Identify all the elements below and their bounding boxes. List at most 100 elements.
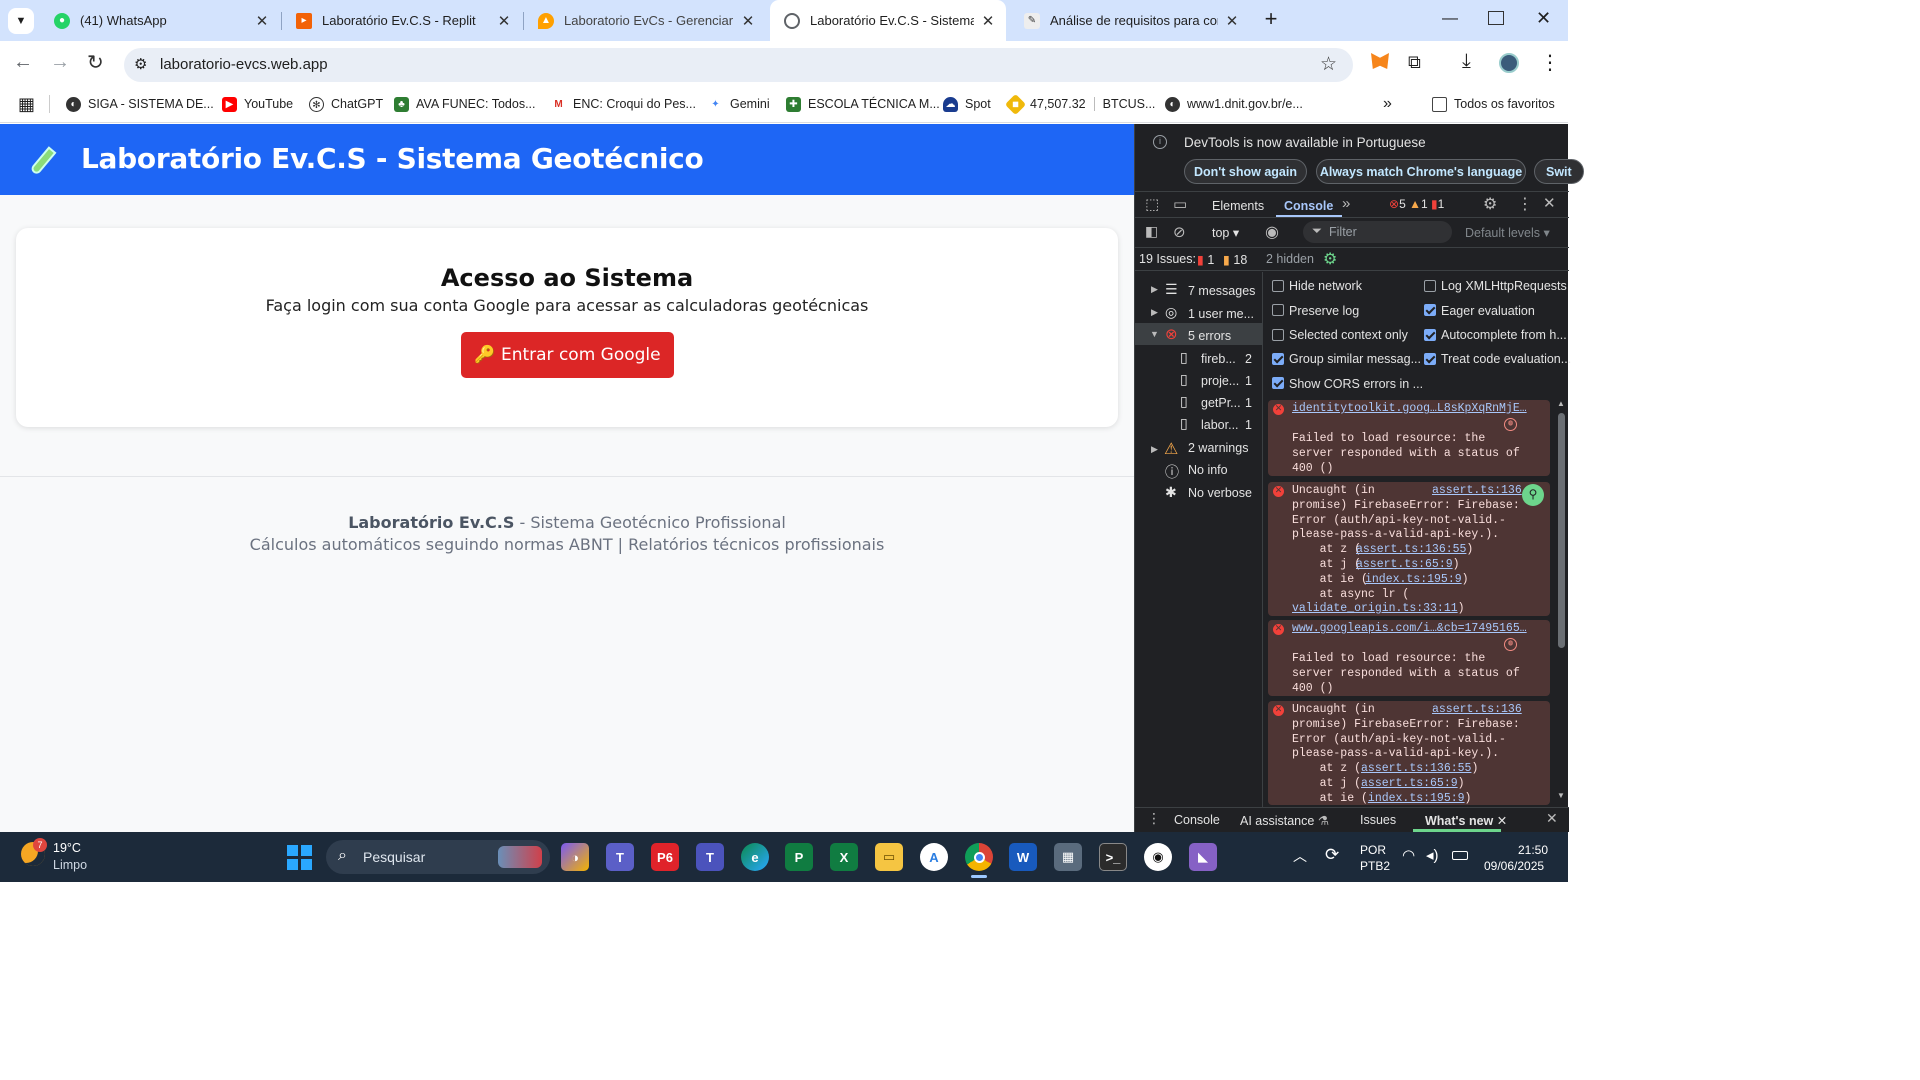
console-settings-icon[interactable]: ⚙ bbox=[1323, 249, 1337, 269]
frame-link[interactable]: index.ts:195:9 bbox=[1365, 573, 1462, 586]
all-bookmarks[interactable]: Todos os favoritos bbox=[1432, 94, 1555, 114]
frame-link[interactable]: assert.ts:65:9 bbox=[1361, 777, 1458, 790]
sidebar-toggle-icon[interactable]: ◧ bbox=[1145, 223, 1158, 240]
frame-link[interactable]: validate_origin.ts:33:11 bbox=[1292, 602, 1458, 615]
bookmark-ava[interactable]: ♣ AVA FUNEC: Todos... bbox=[394, 94, 536, 114]
url-text[interactable]: laboratorio-evcs.web.app bbox=[160, 56, 328, 73]
kebab-menu-icon[interactable]: ⋮ bbox=[1517, 194, 1533, 214]
apps-icon[interactable]: ▦ bbox=[18, 94, 35, 115]
console-error-message[interactable]: ✕ Uncaught (in promise) FirebaseError: F… bbox=[1268, 482, 1550, 616]
tab-elements[interactable]: Elements bbox=[1212, 199, 1264, 213]
ai-explain-icon[interactable]: ◍ bbox=[1504, 638, 1517, 651]
bookmark-spot[interactable]: ☁ Spot bbox=[943, 94, 991, 114]
sync-icon[interactable]: ⟳ bbox=[1325, 845, 1339, 865]
stack-frame[interactable]: at z (assert.ts:136:55) bbox=[1292, 762, 1479, 777]
source-link[interactable]: assert.ts:136 bbox=[1432, 484, 1522, 497]
close-window-button[interactable]: ✕ bbox=[1536, 8, 1551, 29]
device-toggle-icon[interactable]: ▭ bbox=[1173, 195, 1187, 213]
expand-arrow-icon[interactable]: ▶ bbox=[1151, 284, 1158, 295]
address-bar[interactable]: ⚙ laboratorio-evcs.web.app ☆ bbox=[124, 48, 1353, 82]
sidebar-verbose[interactable]: No verbose bbox=[1188, 486, 1252, 500]
bookmark-enc[interactable]: M ENC: Croqui do Pes... bbox=[551, 94, 696, 114]
frame-link[interactable]: index.ts:195:9 bbox=[1368, 792, 1465, 805]
sidebar-info[interactable]: No info bbox=[1188, 463, 1228, 477]
console-error-message[interactable]: ✕ www.googleapis.com/i…&cb=17495165… ◍ F… bbox=[1268, 620, 1550, 696]
edge-icon[interactable]: e bbox=[741, 843, 769, 871]
collapse-arrow-icon[interactable]: ▼ bbox=[1150, 329, 1159, 339]
word-icon[interactable]: W bbox=[1009, 843, 1037, 871]
stack-frame[interactable]: assert.ts:136:55) bbox=[1356, 543, 1473, 558]
tab-search-button[interactable]: ▼ bbox=[8, 8, 34, 34]
drawer-tab-whats-new[interactable]: What's new ✕ bbox=[1425, 813, 1507, 828]
windows-start-icon[interactable] bbox=[287, 845, 312, 870]
context-select[interactable]: top ▾ bbox=[1212, 225, 1239, 240]
visual-studio-icon[interactable]: ◣ bbox=[1189, 843, 1217, 871]
clock-time[interactable]: 21:50 bbox=[1518, 843, 1548, 857]
switch-language-button[interactable]: Swit bbox=[1534, 159, 1584, 184]
excel-icon[interactable]: X bbox=[830, 843, 858, 871]
console-error-message[interactable]: ✕ identitytoolkit.goog…L8sKpXqRnMjE… ◍ F… bbox=[1268, 400, 1550, 476]
error-source-link[interactable]: assert.ts:136 bbox=[1432, 484, 1522, 499]
input-layout[interactable]: PTB2 bbox=[1360, 859, 1390, 873]
bookmark-escola[interactable]: ✚ ESCOLA TÉCNICA M... bbox=[786, 94, 940, 114]
google-login-button[interactable]: 🔑 Entrar com Google bbox=[461, 332, 674, 378]
settings-gear-icon[interactable]: ⚙ bbox=[1483, 194, 1497, 214]
more-tabs-icon[interactable]: » bbox=[1342, 195, 1350, 212]
new-tab-button[interactable]: + bbox=[1258, 7, 1284, 33]
bookmark-star-icon[interactable]: ☆ bbox=[1320, 53, 1337, 76]
autocomplete-checkbox[interactable] bbox=[1424, 329, 1436, 341]
scroll-thumb[interactable] bbox=[1558, 413, 1565, 648]
tab-laboratorio[interactable]: Laboratório Ev.C.S - Sistema Ge ✕ bbox=[770, 0, 1006, 41]
drawer-tab-console[interactable]: Console bbox=[1174, 813, 1220, 827]
clear-console-icon[interactable]: ⊘ bbox=[1173, 223, 1186, 241]
resource-link[interactable]: identitytoolkit.goog…L8sKpXqRnMjE… bbox=[1292, 402, 1527, 415]
back-icon[interactable]: ← bbox=[13, 51, 33, 74]
calculator-icon[interactable]: ▦ bbox=[1054, 843, 1082, 871]
chrome-icon[interactable] bbox=[965, 843, 993, 871]
bookmark-youtube[interactable]: ▶ YouTube bbox=[222, 94, 293, 114]
restore-button[interactable] bbox=[1488, 11, 1504, 25]
treat-code-checkbox[interactable] bbox=[1424, 353, 1436, 365]
menu-icon[interactable]: ⋮ bbox=[1540, 50, 1560, 75]
close-icon[interactable]: ✕ bbox=[1224, 12, 1240, 30]
battery-icon[interactable] bbox=[1452, 851, 1468, 860]
error-source-link[interactable]: assert.ts:136 bbox=[1432, 703, 1522, 718]
sidebar-user-messages[interactable]: 1 user me... bbox=[1188, 307, 1254, 321]
project-icon[interactable]: P bbox=[785, 843, 813, 871]
minimize-button[interactable]: — bbox=[1440, 10, 1460, 28]
app-store-icon[interactable]: A bbox=[920, 843, 948, 871]
chevron-up-icon[interactable]: ︿ bbox=[1293, 846, 1307, 866]
inspect-icon[interactable]: ⬚ bbox=[1145, 195, 1159, 213]
close-devtools-icon[interactable]: ✕ bbox=[1543, 194, 1556, 212]
selected-context-checkbox[interactable] bbox=[1272, 329, 1284, 341]
error-source-link[interactable]: identitytoolkit.goog…L8sKpXqRnMjE… bbox=[1292, 402, 1527, 417]
issues-warning-count[interactable]: ▮ 18 bbox=[1223, 252, 1247, 267]
eager-eval-checkbox[interactable] bbox=[1424, 304, 1436, 316]
group-similar-checkbox[interactable] bbox=[1272, 353, 1284, 365]
close-icon[interactable]: ✕ bbox=[254, 12, 270, 30]
expand-arrow-icon[interactable]: ▶ bbox=[1151, 444, 1158, 455]
scroll-up-icon[interactable]: ▲ bbox=[1557, 399, 1565, 408]
stack-frame[interactable]: at ie (index.ts:195:9) bbox=[1292, 792, 1472, 805]
frame-link[interactable]: assert.ts:65:9 bbox=[1356, 558, 1453, 571]
terminal-icon[interactable]: >_ bbox=[1099, 843, 1127, 871]
preserve-log-checkbox[interactable] bbox=[1272, 304, 1284, 316]
show-cors-checkbox[interactable] bbox=[1272, 377, 1284, 389]
stack-frame[interactable]: validate_origin.ts:33:11) bbox=[1292, 602, 1465, 617]
drawer-tab-issues[interactable]: Issues bbox=[1360, 813, 1396, 827]
tab-replit[interactable]: ▸ Laboratório Ev.C.S - Replit ✕ bbox=[282, 0, 522, 41]
close-icon[interactable]: ✕ bbox=[980, 12, 996, 30]
close-icon[interactable]: ✕ bbox=[740, 12, 756, 30]
bookmark-chatgpt[interactable]: ✻ ChatGPT bbox=[309, 94, 383, 114]
bookmark-siga[interactable]: ◐ SIGA - SISTEMA DE... bbox=[66, 94, 214, 114]
source-link[interactable]: assert.ts:136 bbox=[1432, 703, 1522, 716]
frame-link[interactable]: assert.ts:136:55 bbox=[1356, 543, 1466, 556]
wifi-icon[interactable]: ◠ bbox=[1402, 846, 1415, 864]
ai-explain-icon[interactable]: ◍ bbox=[1504, 418, 1517, 431]
tab-console[interactable]: Console bbox=[1284, 199, 1333, 213]
download-icon[interactable]: ⤓ bbox=[1462, 50, 1471, 73]
tab-firebase[interactable]: ▲ Laboratorio EvCs - Gerenciar sit ✕ bbox=[524, 0, 766, 41]
sidebar-errors[interactable]: 5 errors bbox=[1188, 329, 1231, 343]
reload-icon[interactable]: ↻ bbox=[87, 50, 104, 75]
copilot-icon[interactable]: ◑ bbox=[561, 843, 589, 871]
